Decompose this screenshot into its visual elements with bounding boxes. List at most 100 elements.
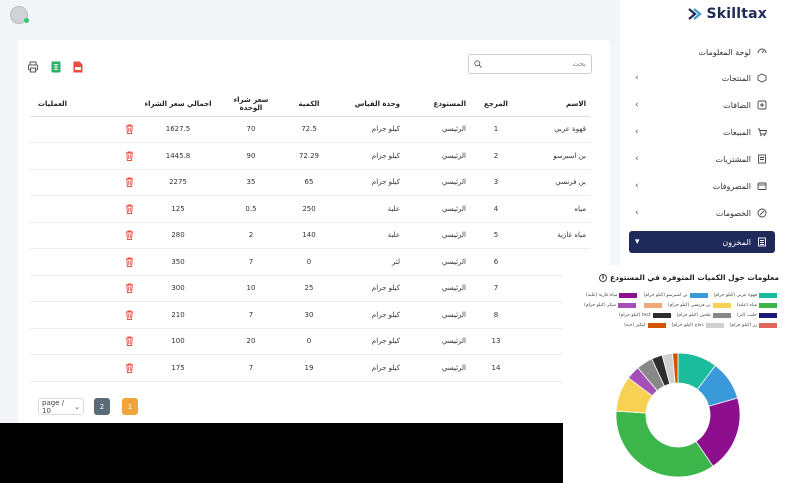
legend-label: بن اسبرسو (كيلو جرام) xyxy=(643,293,688,298)
legend-item[interactable]: رز (كيلو جرام) xyxy=(730,323,777,328)
legend-label: مياه (علبة) xyxy=(736,303,757,308)
table-cell-4: 0 xyxy=(284,328,334,355)
table-cell-2: الرئيسي xyxy=(404,142,470,170)
trash-icon xyxy=(126,177,133,188)
table-cell-2: الرئيسي xyxy=(404,195,470,223)
table-cell-3: كيلو جرام xyxy=(334,169,404,196)
logo-mark-icon xyxy=(688,8,703,20)
table-cell-0: مياه غازية xyxy=(522,222,590,249)
table-row[interactable]: مياه غازية 5 الرئيسي علبة 140 2 280 xyxy=(30,222,590,249)
chevron-left-icon: › xyxy=(635,154,639,164)
legend-label: test (كيلو جرام) xyxy=(618,313,651,318)
legend-item[interactable]: طحين (كيلو جرام) xyxy=(677,313,731,318)
legend-item[interactable]: مياه (علبة) xyxy=(737,303,777,308)
legend-item[interactable]: حليب (لتر) xyxy=(737,313,777,318)
sidebar-item-3[interactable]: المبيعات › xyxy=(629,121,775,143)
legend-item[interactable]: سكر (كيلو جرام) xyxy=(584,303,636,308)
table-cell-4: 72.29 xyxy=(284,142,334,170)
online-status-dot xyxy=(24,18,29,23)
export-pdf-button[interactable] xyxy=(73,58,83,73)
legend-item[interactable]: test (كيلو جرام) xyxy=(619,313,671,318)
chevron-left-icon: › xyxy=(635,127,639,137)
table-row[interactable]: قهوة عربي 1 الرئيسي كيلو جرام 72.5 70 1627.5 xyxy=(30,116,590,143)
column-header-4[interactable]: الكمية xyxy=(284,92,334,117)
sidebar-item-7[interactable]: المخزون ▾ xyxy=(629,231,775,253)
sidebar-item-2[interactable]: الضافات › xyxy=(629,94,775,116)
table-cell-6: 1627.5 xyxy=(138,116,218,143)
legend-label: بن فرنسي (كيلو جرام) xyxy=(667,303,711,308)
inventory-icon xyxy=(757,237,767,247)
table-cell-3: كيلو جرام xyxy=(334,116,404,143)
table-cell-1: 5 xyxy=(470,222,522,249)
table-cell-4: 72.5 xyxy=(284,116,334,143)
table-cell-3: كيلو جرام xyxy=(334,142,404,170)
delete-button[interactable] xyxy=(30,195,138,223)
table-row[interactable]: 6 الرئيسي لتر 0 7 350 xyxy=(30,248,590,276)
inventory-table: الاسم المرجع المستودع وحدة القياس الكمية سعر … xyxy=(30,92,590,382)
column-header-6[interactable]: اجمالي سعر الشراء xyxy=(138,92,218,117)
table-cell-6: 300 xyxy=(138,275,218,302)
column-header-2[interactable]: المستودع xyxy=(404,92,470,117)
table-cell-5: 90 xyxy=(218,142,284,170)
column-header-3[interactable]: وحدة القياس xyxy=(334,92,404,117)
table-cell-3: كيلو جرام xyxy=(334,354,404,382)
table-cell-3: علبة xyxy=(334,222,404,249)
info-icon[interactable]: i xyxy=(599,273,608,282)
column-header-1[interactable]: المرجع xyxy=(470,92,522,117)
table-row[interactable]: بن فرنسي 3 الرئيسي كيلو جرام 65 35 2275 xyxy=(30,169,590,196)
search-icon xyxy=(474,60,482,68)
column-header-0[interactable]: الاسم xyxy=(522,92,590,117)
delete-button[interactable] xyxy=(30,328,138,355)
page-button-1[interactable]: 1 xyxy=(122,398,138,415)
delete-button[interactable] xyxy=(30,142,138,170)
table-row[interactable]: 7 الرئيسي كيلو جرام 25 10 300 xyxy=(30,275,590,302)
sidebar-item-label: المشتريات xyxy=(715,154,751,164)
delete-button[interactable] xyxy=(30,301,138,329)
table-cell-3: لتر xyxy=(334,248,404,276)
table-row[interactable]: بن اسبرسو 2 الرئيسي كيلو جرام 72.29 90 1445.8 xyxy=(30,142,590,170)
table-row[interactable]: مياه 4 الرئيسي علبة 250 0.5 125 xyxy=(30,195,590,223)
table-row[interactable]: 13 الرئيسي كيلو جرام 0 20 100 xyxy=(30,328,590,355)
column-header-5[interactable]: سعر شراء الوحدة xyxy=(218,92,284,117)
table-cell-3: كيلو جرام xyxy=(334,301,404,329)
delete-button[interactable] xyxy=(30,275,138,302)
page-size-select[interactable]: page / 10 ⌄ xyxy=(38,398,84,415)
legend-item[interactable]: بن فرنسي (كيلو جرام) xyxy=(668,303,731,308)
table-cell-0: مياه xyxy=(522,195,590,223)
trash-icon xyxy=(126,257,133,267)
page-button-2[interactable]: 2 xyxy=(94,398,110,415)
pagination: page / 10 ⌄ 2 1 xyxy=(38,398,138,415)
table-row[interactable]: 8 الرئيسي كيلو جرام 30 7 210 xyxy=(30,301,590,329)
legend-item[interactable]: دجاج (كيلو جرام) xyxy=(672,323,724,328)
table-cell-1: 7 xyxy=(470,275,522,302)
sidebar-item-4[interactable]: المشتريات › xyxy=(629,148,775,170)
chevron-left-icon: › xyxy=(635,100,639,110)
delete-button[interactable] xyxy=(30,222,138,249)
table-cell-0: بن اسبرسو xyxy=(522,142,590,170)
legend-item[interactable]: بن اسبرسو (كيلو جرام) xyxy=(643,293,708,298)
sidebar-item-5[interactable]: المصروفات › xyxy=(629,175,775,197)
delete-button[interactable] xyxy=(30,248,138,276)
legend-swatch xyxy=(619,293,638,298)
legend-item[interactable]: كيكتر (حبة) xyxy=(624,323,666,328)
backdrop xyxy=(0,423,560,483)
export-excel-button[interactable] xyxy=(51,58,61,73)
delete-button[interactable] xyxy=(30,116,138,143)
table-row[interactable]: 14 الرئيسي كيلو جرام 19 7 175 xyxy=(30,354,590,382)
sidebar-item-6[interactable]: الخصومات › xyxy=(629,202,775,224)
sidebar-item-1[interactable]: المنتجات › xyxy=(629,67,775,89)
legend-item[interactable]: قهوة عربي (كيلو جرام) xyxy=(714,293,777,298)
legend-item[interactable] xyxy=(642,303,662,308)
legend-item[interactable]: مياه غازية (علبة) xyxy=(586,293,638,298)
trash-icon xyxy=(126,310,133,320)
search-input[interactable]: بحث xyxy=(468,54,592,74)
legend-swatch xyxy=(689,293,708,298)
sidebar-item-0[interactable]: لوحة المعلومات xyxy=(629,41,775,63)
legend-label: رز (كيلو جرام) xyxy=(729,323,757,328)
print-button[interactable] xyxy=(28,58,38,73)
legend-label: طحين (كيلو جرام) xyxy=(676,313,711,318)
delete-button[interactable] xyxy=(30,354,138,382)
table-cell-1: 1 xyxy=(470,116,522,143)
brand-logo[interactable]: Skilltax xyxy=(686,6,767,22)
delete-button[interactable] xyxy=(30,169,138,196)
